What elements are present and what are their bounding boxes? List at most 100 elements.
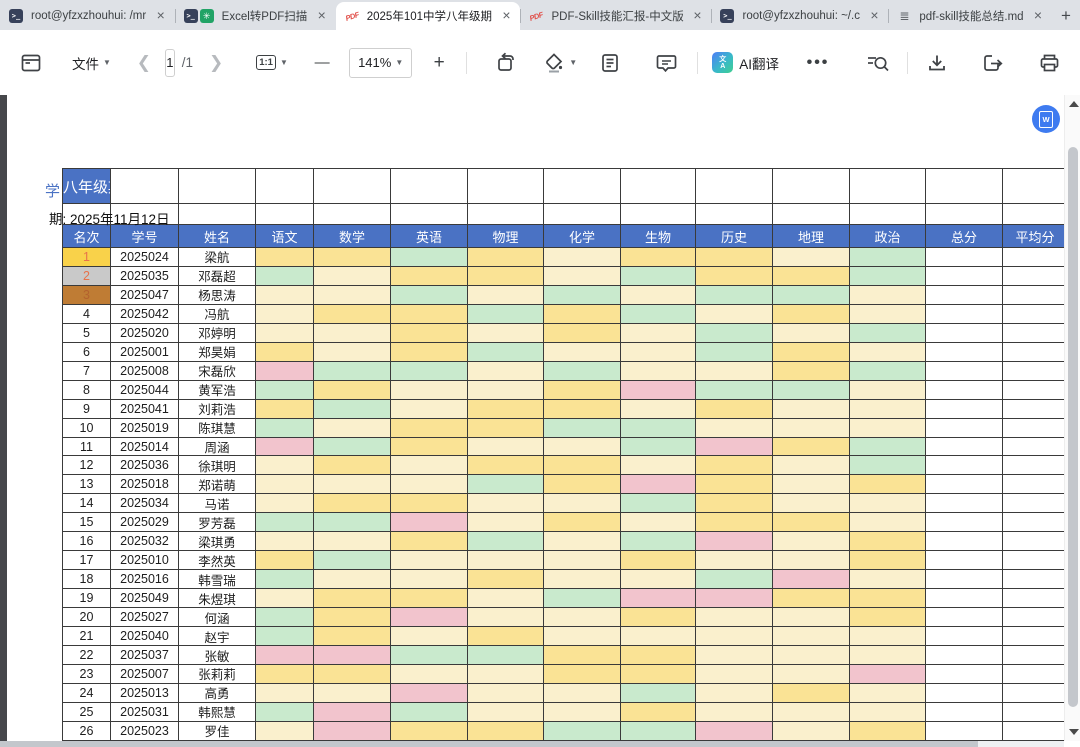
- close-icon[interactable]: ×: [866, 8, 882, 24]
- table-cell: [1003, 456, 1068, 475]
- convert-to-word-button[interactable]: W: [1032, 105, 1060, 133]
- score-cell: [696, 324, 773, 343]
- sidebar-panel-icon: [21, 54, 41, 72]
- fit-zoom-button[interactable]: 1:1 ▼: [255, 46, 289, 80]
- score-cell: [621, 248, 696, 267]
- table-cell: [1003, 494, 1068, 513]
- scroll-down-icon[interactable]: [1069, 729, 1079, 735]
- score-cell: [621, 589, 696, 608]
- table-cell: [1003, 513, 1068, 532]
- score-cell: [256, 646, 314, 665]
- note-button[interactable]: [593, 46, 627, 80]
- page-number-input[interactable]: 1: [165, 49, 175, 77]
- comment-button[interactable]: [649, 46, 683, 80]
- score-cell: [696, 684, 773, 703]
- next-page-button[interactable]: ❯: [199, 46, 233, 80]
- score-cell: [544, 589, 621, 608]
- export-share-icon: [982, 53, 1004, 73]
- more-options-button[interactable]: •••: [801, 46, 835, 80]
- tab-divider: [175, 9, 176, 23]
- table-row: 212025040赵宇: [63, 627, 1068, 646]
- score-cell: [314, 400, 391, 419]
- score-cell: [544, 494, 621, 513]
- viewer-left-edge: [0, 95, 7, 747]
- student-id-cell: 2025037: [111, 646, 179, 665]
- student-id-cell: 2025032: [111, 532, 179, 551]
- close-icon[interactable]: ×: [498, 8, 514, 24]
- highlight-button[interactable]: ▼: [543, 46, 577, 80]
- pdf-icon: PDF: [343, 7, 361, 25]
- close-icon[interactable]: ×: [153, 8, 169, 24]
- score-cell: [773, 570, 850, 589]
- student-id-cell: 2025042: [111, 305, 179, 324]
- close-icon[interactable]: ×: [689, 8, 705, 24]
- score-cell: [544, 627, 621, 646]
- score-cell: [773, 551, 850, 570]
- zoom-in-button[interactable]: +: [422, 46, 456, 80]
- score-cell: [256, 703, 314, 722]
- score-cell: [621, 551, 696, 570]
- ai-translate-button[interactable]: 文A AI翻译: [712, 46, 779, 80]
- print-button[interactable]: [1032, 46, 1066, 80]
- prev-page-button[interactable]: ❮: [127, 46, 161, 80]
- search-button[interactable]: [861, 46, 895, 80]
- new-tab-button[interactable]: +: [1052, 2, 1080, 30]
- close-icon[interactable]: ×: [314, 8, 330, 24]
- rank-cell: 7: [63, 362, 111, 381]
- column-header-8: 化学: [544, 225, 621, 248]
- score-cell: [468, 381, 544, 400]
- browser-tab-1[interactable]: >_root@yfzxzhouhui: /mr×: [0, 2, 175, 30]
- sheet-header-row: 名次学号姓名语文数学英语物理化学生物历史地理政治总分平均分: [63, 225, 1068, 248]
- horizontal-scroll-thumb[interactable]: [0, 741, 978, 747]
- score-cell: [314, 419, 391, 438]
- chevron-right-icon: ❯: [209, 53, 223, 73]
- score-cell: [391, 400, 468, 419]
- browser-tab-5[interactable]: >_root@yfzxzhouhui: ~/.c×: [711, 2, 888, 30]
- score-cell: [850, 665, 926, 684]
- score-cell: [468, 722, 544, 741]
- score-cell: [621, 513, 696, 532]
- score-cell: [391, 646, 468, 665]
- rotate-page-button[interactable]: [489, 46, 523, 80]
- browser-tab-4[interactable]: PDFPDF-Skill技能汇报-中文版×: [520, 2, 711, 30]
- markdown-file-icon: ≣: [897, 9, 911, 23]
- vertical-scrollbar[interactable]: [1064, 95, 1080, 741]
- table-row: 192025049朱煜琪: [63, 589, 1068, 608]
- score-cell: [314, 513, 391, 532]
- close-icon[interactable]: ×: [1030, 8, 1046, 24]
- zoom-out-button[interactable]: —: [305, 46, 339, 80]
- table-cell: [850, 169, 926, 204]
- score-cell: [468, 646, 544, 665]
- zoom-level-select[interactable]: 141% ▼: [349, 48, 412, 78]
- table-cell: [391, 169, 468, 204]
- score-cell: [468, 703, 544, 722]
- score-cell: [621, 438, 696, 457]
- vertical-scroll-thumb[interactable]: [1068, 147, 1078, 707]
- translate-icon: 文A: [712, 52, 733, 73]
- tab-bar: >_root@yfzxzhouhui: /mr×>_✳Excel转PDF扫描×P…: [0, 0, 1080, 30]
- table-cell: [926, 475, 1003, 494]
- score-cell: [314, 267, 391, 286]
- export-button[interactable]: [976, 46, 1010, 80]
- horizontal-scrollbar[interactable]: [0, 741, 1064, 747]
- score-cell: [391, 475, 468, 494]
- table-cell: [1003, 475, 1068, 494]
- score-cell: [391, 381, 468, 400]
- score-cell: [850, 703, 926, 722]
- sidebar-toggle-button[interactable]: [14, 46, 48, 80]
- table-row: 112025014周涵: [63, 438, 1068, 457]
- score-cell: [544, 305, 621, 324]
- table-row: 262025023罗佳: [63, 722, 1068, 741]
- file-menu-button[interactable]: 文件 ▼: [72, 46, 111, 80]
- download-button[interactable]: [920, 46, 954, 80]
- document-viewport[interactable]: 学 期: 2025年11月12日 八年级期名次学号姓名语文数学英语物理化学生物历…: [0, 95, 1080, 747]
- table-cell: [926, 551, 1003, 570]
- score-cell: [391, 703, 468, 722]
- student-name-cell: 杨思涛: [179, 286, 256, 305]
- browser-tab-3[interactable]: PDF2025年101中学八年级期×: [336, 2, 521, 30]
- score-cell: [773, 267, 850, 286]
- score-cell: [314, 665, 391, 684]
- browser-tab-6[interactable]: ≣pdf-skill技能总结.md×: [888, 2, 1052, 30]
- browser-tab-2[interactable]: >_✳Excel转PDF扫描×: [175, 2, 336, 30]
- scroll-up-icon[interactable]: [1069, 101, 1079, 107]
